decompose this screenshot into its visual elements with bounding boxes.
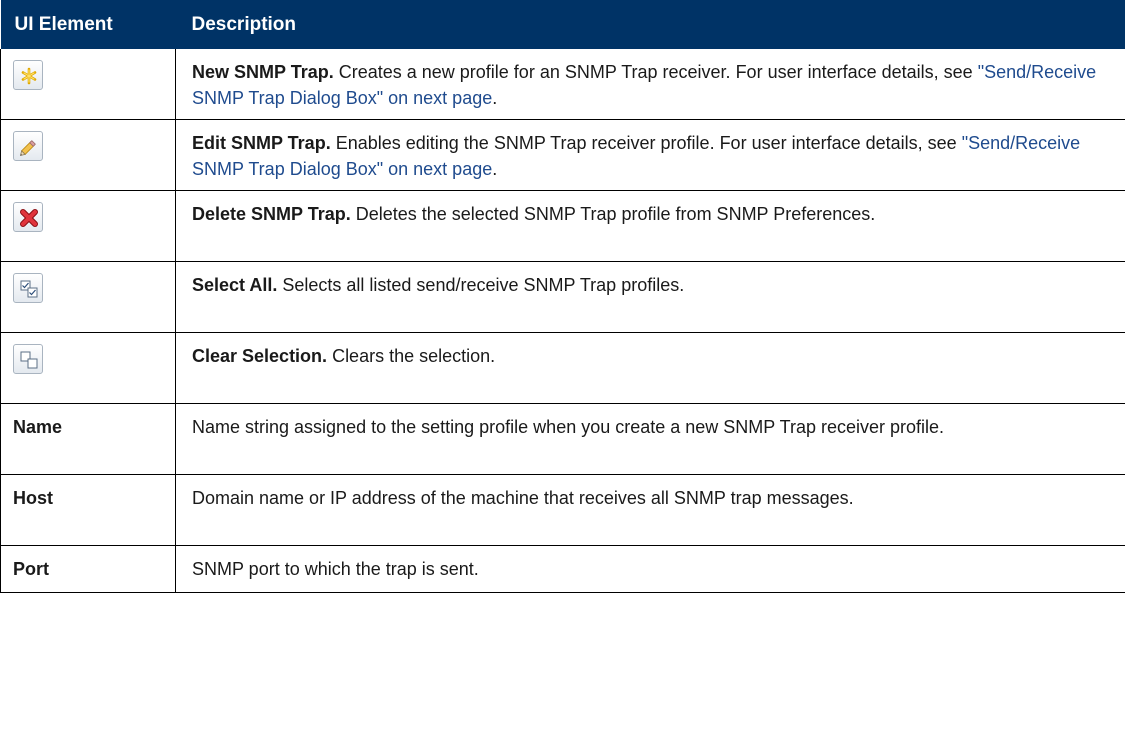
table-row: Delete SNMP Trap. Deletes the selected S… xyxy=(0,190,1125,262)
edit-pencil-icon xyxy=(19,140,36,157)
header-description: Description xyxy=(175,0,1125,49)
row-title: Edit SNMP Trap. xyxy=(192,133,331,153)
row-title: Delete SNMP Trap. xyxy=(192,204,351,224)
table-row: Host Domain name or IP address of the ma… xyxy=(0,474,1125,546)
row-title: Clear Selection. xyxy=(192,346,328,366)
description-cell: Name string assigned to the setting prof… xyxy=(175,403,1125,475)
description-cell: Clear Selection. Clears the selection. xyxy=(175,332,1125,404)
table-row: Clear Selection. Clears the selection. xyxy=(0,332,1125,404)
row-text: Clears the selection. xyxy=(327,346,496,366)
clear-selection-button[interactable] xyxy=(13,344,43,374)
table-row: New SNMP Trap. Creates a new profile for… xyxy=(0,49,1125,120)
description-cell: Delete SNMP Trap. Deletes the selected S… xyxy=(175,190,1125,262)
row-text-end: . xyxy=(492,88,498,108)
new-snmp-trap-button[interactable] xyxy=(13,60,43,90)
row-text: Creates a new profile for an SNMP Trap r… xyxy=(333,62,978,82)
element-name: Port xyxy=(13,559,49,579)
clear-selection-icon xyxy=(20,351,38,369)
ui-element-table: UI Element Description New SNMP Trap. Cr… xyxy=(0,0,1125,593)
select-all-icon xyxy=(20,280,38,298)
description-cell: New SNMP Trap. Creates a new profile for… xyxy=(175,49,1125,120)
header-ui-element: UI Element xyxy=(0,0,176,49)
row-text: Selects all listed send/receive SNMP Tra… xyxy=(277,275,685,295)
edit-snmp-trap-button[interactable] xyxy=(13,131,43,161)
row-text-end: . xyxy=(492,159,498,179)
table-header-row: UI Element Description xyxy=(0,0,1125,49)
row-title: New SNMP Trap. xyxy=(192,62,334,82)
delete-snmp-trap-button[interactable] xyxy=(13,202,43,232)
element-name: Host xyxy=(13,488,53,508)
description-cell: Edit SNMP Trap. Enables editing the SNMP… xyxy=(175,119,1125,191)
description-cell: Domain name or IP address of the machine… xyxy=(175,474,1125,546)
select-all-button[interactable] xyxy=(13,273,43,303)
element-name: Name xyxy=(13,417,63,437)
description-cell: Select All. Selects all listed send/rece… xyxy=(175,261,1125,333)
row-text: Deletes the selected SNMP Trap profile f… xyxy=(350,204,876,224)
table-row: Select All. Selects all listed send/rece… xyxy=(0,261,1125,333)
new-star-icon xyxy=(21,67,37,85)
delete-x-icon xyxy=(20,209,38,227)
description-cell: SNMP port to which the trap is sent. xyxy=(175,545,1125,593)
table-row: Name Name string assigned to the setting… xyxy=(0,403,1125,475)
row-text: Enables editing the SNMP Trap receiver p… xyxy=(330,133,962,153)
table-row: Edit SNMP Trap. Enables editing the SNMP… xyxy=(0,119,1125,191)
row-title: Select All. xyxy=(192,275,278,295)
table-row: Port SNMP port to which the trap is sent… xyxy=(0,545,1125,593)
